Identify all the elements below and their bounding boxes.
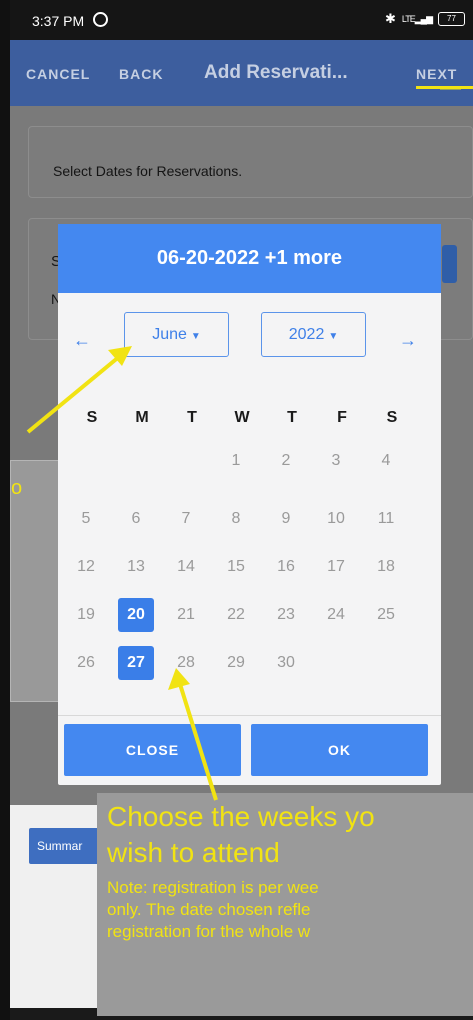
- arrow-to-month-line: [26, 354, 122, 434]
- device-frame-edge: [0, 0, 10, 1020]
- arrow-to-dates-head: [168, 668, 190, 690]
- annotation-arrows: [26, 86, 461, 801]
- phone-screen: 3:37 PM ✱ LTE▂▄▆ 77 CANCEL BACK Add Rese…: [10, 0, 473, 1020]
- arrow-to-dates-line: [178, 683, 218, 801]
